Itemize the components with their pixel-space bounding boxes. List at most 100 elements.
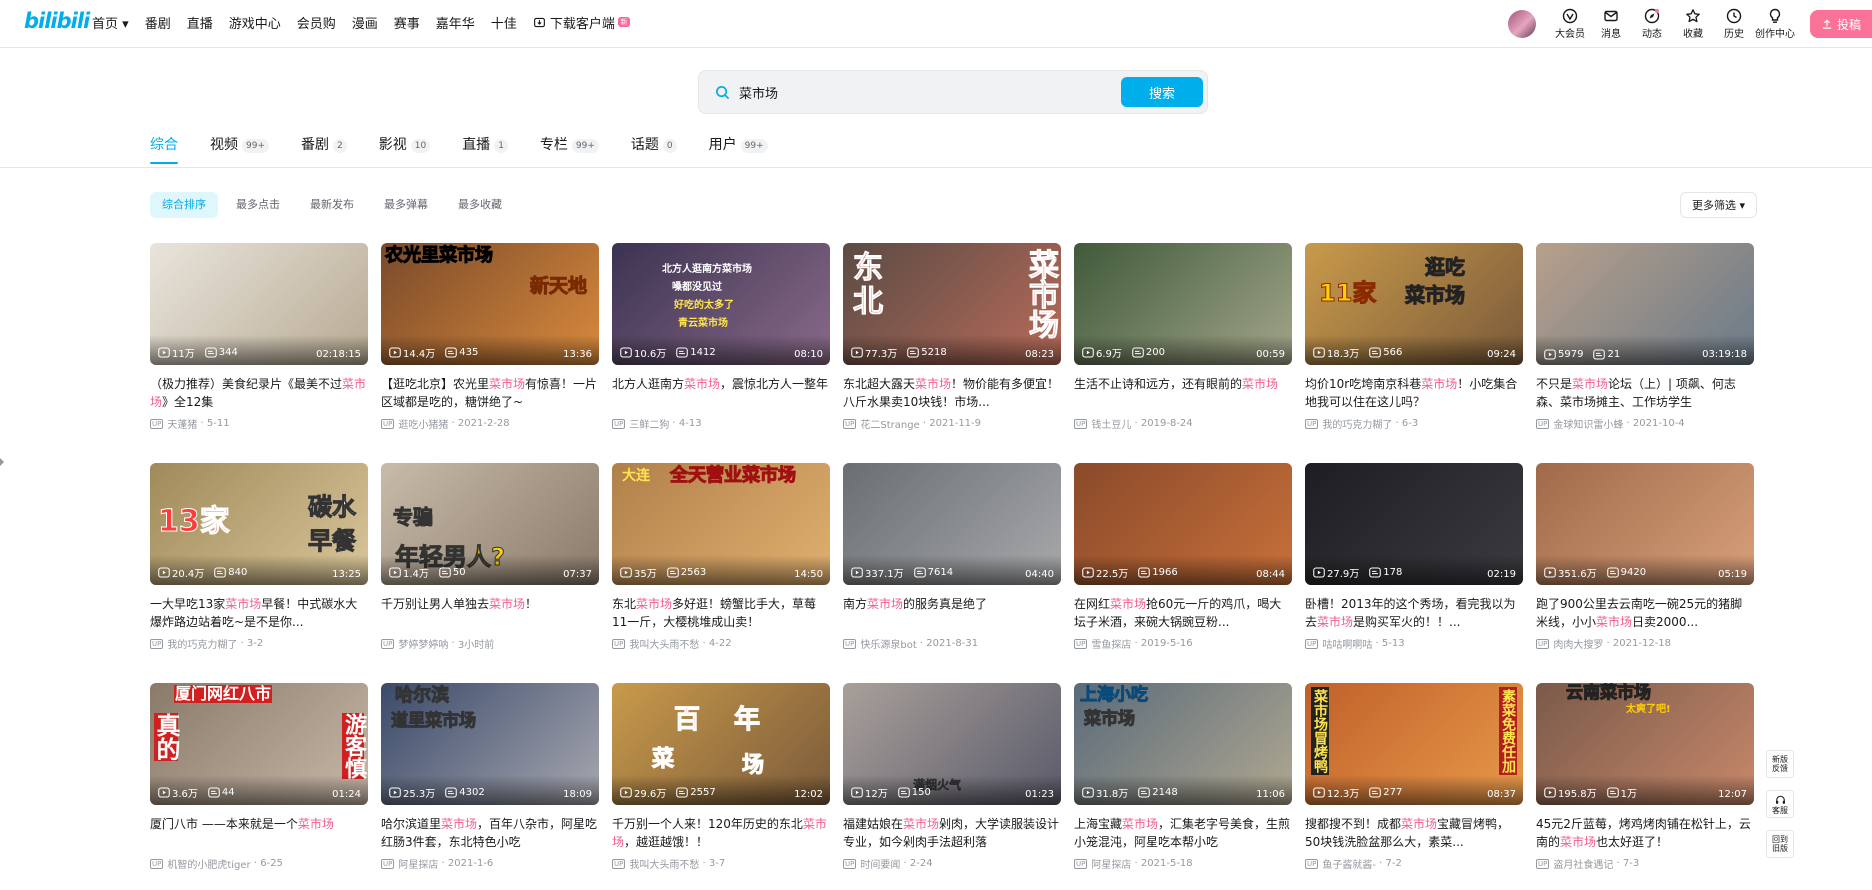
vip-button[interactable]: 大会员: [1550, 8, 1590, 40]
video-thumbnail[interactable]: 351.6万 9420 05:19: [1536, 463, 1754, 585]
video-card[interactable]: 22.5万 1966 08:44 在网红菜市场抢60元一斤的鸡爪，喝大坛子米酒，来碗大…: [1074, 463, 1292, 651]
uploader-name[interactable]: 盗月社食遇记: [1553, 856, 1613, 871]
sort-option-0[interactable]: 综合排序: [150, 192, 218, 218]
video-title[interactable]: 千万别让男人单独去菜市场！: [381, 595, 599, 631]
video-card[interactable]: 上海小吃 菜市场 31.8万 2148 11:06 上海宝藏菜市场，汇集老字号美食，生煎小…: [1074, 683, 1292, 871]
tab-2[interactable]: 番剧 2: [301, 134, 347, 164]
nav-item-carnival[interactable]: 嘉年华: [436, 13, 475, 32]
video-thumbnail[interactable]: 5979 21 03:19:18: [1536, 243, 1754, 365]
video-thumbnail[interactable]: 22.5万 1966 08:44: [1074, 463, 1292, 585]
nav-item-esports[interactable]: 赛事: [394, 13, 420, 32]
nav-item-top10[interactable]: 十佳: [491, 13, 517, 32]
video-thumbnail[interactable]: 337.1万 7614 04:40: [843, 463, 1061, 585]
video-title[interactable]: 跑了900公里去云南吃一碗25元的猪脚米线，小小菜市场日卖2000...: [1536, 595, 1754, 631]
sort-option-3[interactable]: 最多弹幕: [372, 192, 440, 218]
uploader-name[interactable]: 花二Strange: [860, 416, 919, 431]
upload-button[interactable]: 投稿: [1810, 10, 1872, 38]
video-title[interactable]: 东北菜市场多好逛！螃蟹比手大，草莓11一斤，大樱桃堆成山卖！: [612, 595, 830, 631]
video-card[interactable]: 大连 全天营业菜市场 35万 2563 14:50 东北菜市场多好逛！螃蟹比手大，草莓11…: [612, 463, 830, 651]
video-title[interactable]: 千万别一个人来！120年历史的东北菜市场，越逛越饿！！: [612, 815, 830, 851]
nav-item-anime[interactable]: 番剧: [145, 13, 171, 32]
video-thumbnail[interactable]: 27.9万 178 02:19: [1305, 463, 1523, 585]
video-title[interactable]: 【逛吃北京】农光里菜市场有惊喜！一片区域都是吃的，糖饼绝了~: [381, 375, 599, 411]
uploader-name[interactable]: 天蓬猪: [167, 416, 197, 431]
creator-center-button[interactable]: 创作中心: [1755, 8, 1795, 40]
search-input[interactable]: [739, 81, 1119, 103]
video-card[interactable]: 11万 344 02:18:15 （极力推荐）美食纪录片《最美不过菜市场》全12集 UP…: [150, 243, 368, 431]
download-client-link[interactable]: 下载客户端 新: [533, 13, 630, 32]
history-button[interactable]: 历史: [1714, 8, 1754, 40]
more-filters-button[interactable]: 更多筛选 ▾: [1680, 192, 1757, 218]
sort-option-2[interactable]: 最新发布: [298, 192, 366, 218]
tab-5[interactable]: 专栏 99+: [540, 134, 599, 164]
video-thumbnail[interactable]: 云南菜市场 太爽了吧! 195.8万 1万 12:07: [1536, 683, 1754, 805]
video-thumbnail[interactable]: 农光里菜市场 新天地 14.4万 435 13:36: [381, 243, 599, 365]
user-avatar[interactable]: [1508, 10, 1536, 38]
video-card[interactable]: 哈尔滨 道里菜市场 25.3万 4302 18:09 哈尔滨道里菜市场，百年八杂市，阿星吃…: [381, 683, 599, 871]
nav-item-home[interactable]: 首页 ▾: [92, 13, 129, 32]
video-card[interactable]: 云南菜市场 太爽了吧! 195.8万 1万 12:07 45元2斤蓝莓，烤鸡烤肉铺在松针上…: [1536, 683, 1754, 871]
uploader-name[interactable]: 我叫大头雨不愁: [629, 856, 699, 871]
video-title[interactable]: 生活不止诗和远方，还有眼前的菜市场: [1074, 375, 1292, 411]
video-card[interactable]: 专骗年轻男人?1.4万5007:37千万别让男人单独去菜市场！UP梦婷梦婷呐 ·…: [381, 463, 599, 651]
video-thumbnail[interactable]: 11家 逛吃 菜市场 18.3万 566 09:24: [1305, 243, 1523, 365]
uploader-name[interactable]: 金球知识雷小蜂: [1553, 416, 1623, 431]
sort-option-4[interactable]: 最多收藏: [446, 192, 514, 218]
uploader-name[interactable]: 时间要闻: [860, 856, 900, 871]
video-title[interactable]: 均价10r吃垮南京科巷菜市场！小吃集合地我可以住在这儿吗？: [1305, 375, 1523, 411]
video-card[interactable]: 337.1万 7614 04:40 南方菜市场的服务真是绝了 UP 快乐源泉bot · 2…: [843, 463, 1061, 651]
uploader-name[interactable]: 我的巧克力糊了: [167, 636, 237, 651]
bilibili-logo[interactable]: bilibili: [24, 9, 90, 33]
video-thumbnail[interactable]: 13家 碳水 早餐 20.4万 840 13:25: [150, 463, 368, 585]
customer-service-button[interactable]: 客服: [1766, 790, 1794, 818]
video-title[interactable]: 南方菜市场的服务真是绝了: [843, 595, 1061, 631]
video-thumbnail[interactable]: 百年菜 场 29.6万 2557 12:02: [612, 683, 830, 805]
video-card[interactable]: 北方人逛南方菜市场 嗓都没见过 好吃的太多了 青云菜市场 10.6万 1412 08:10 北…: [612, 243, 830, 431]
nav-item-live[interactable]: 直播: [187, 13, 213, 32]
video-title[interactable]: 卧槽！2013年的这个秀场，看完我以为去菜市场是购买军火的！！...: [1305, 595, 1523, 631]
video-card[interactable]: 11家 逛吃 菜市场 18.3万 566 09:24 均价10r吃垮南京科巷菜市场！小吃集合…: [1305, 243, 1523, 431]
uploader-name[interactable]: 阿星探店: [1091, 856, 1131, 871]
uploader-name[interactable]: 机智的小肥虎tiger: [167, 856, 250, 871]
video-card[interactable]: 5979 21 03:19:18 不只是菜市场论坛（上）| 项飙、何志森、菜市场摊主、…: [1536, 243, 1754, 431]
uploader-name[interactable]: 快乐源泉bot: [860, 636, 916, 651]
video-thumbnail[interactable]: 专骗年轻男人?1.4万5007:37: [381, 463, 599, 585]
tab-7[interactable]: 用户 99+: [709, 134, 768, 164]
back-to-old-version-button[interactable]: 回到 旧版: [1766, 830, 1794, 858]
video-card[interactable]: 满烟火气12万15001:23 福建姑娘在菜市场剁肉，大学读服装设计专业，如今剁肉…: [843, 683, 1061, 871]
nav-item-manga[interactable]: 漫画: [352, 13, 378, 32]
side-expand-arrow-icon[interactable]: [0, 458, 4, 466]
video-thumbnail[interactable]: 11万 344 02:18:15: [150, 243, 368, 365]
uploader-name[interactable]: 梦婷梦婷呐: [398, 636, 448, 651]
uploader-name[interactable]: 我的巧克力糊了: [1322, 416, 1392, 431]
new-version-feedback-button[interactable]: 新版 反馈: [1766, 750, 1794, 778]
video-card[interactable]: 农光里菜市场 新天地 14.4万 435 13:36 【逛吃北京】农光里菜市场有惊喜！一片…: [381, 243, 599, 431]
uploader-name[interactable]: 雪鱼探店: [1091, 636, 1131, 651]
video-card[interactable]: 351.6万 9420 05:19 跑了900公里去云南吃一碗25元的猪脚米线，小小菜…: [1536, 463, 1754, 651]
video-thumbnail[interactable]: 6.9万 200 00:59: [1074, 243, 1292, 365]
video-thumbnail[interactable]: 菜市场冒烤鸭 素菜免费任加 12.3万 277 08:37: [1305, 683, 1523, 805]
video-card[interactable]: 百年菜 场 29.6万 2557 12:02 千万别一个人来！120年历史的东北菜市场，越…: [612, 683, 830, 871]
video-thumbnail[interactable]: 北方人逛南方菜市场 嗓都没见过 好吃的太多了 青云菜市场 10.6万 1412 08:10: [612, 243, 830, 365]
video-thumbnail[interactable]: 哈尔滨 道里菜市场 25.3万 4302 18:09: [381, 683, 599, 805]
messages-button[interactable]: 消息: [1591, 8, 1631, 40]
video-thumbnail[interactable]: 大连 全天营业菜市场 35万 2563 14:50: [612, 463, 830, 585]
uploader-name[interactable]: 三鲜二狗: [629, 416, 669, 431]
uploader-name[interactable]: 肉肉大搜罗: [1553, 636, 1603, 651]
video-thumbnail[interactable]: 上海小吃 菜市场 31.8万 2148 11:06: [1074, 683, 1292, 805]
uploader-name[interactable]: 钱土豆儿: [1091, 416, 1131, 431]
video-title[interactable]: 不只是菜市场论坛（上）| 项飙、何志森、菜市场摊主、工作坊学生: [1536, 375, 1754, 411]
tab-0[interactable]: 综合: [150, 134, 178, 164]
uploader-name[interactable]: 逛吃小猪猪: [398, 416, 448, 431]
uploader-name[interactable]: 咕咕啊啊咕: [1322, 636, 1372, 651]
video-title[interactable]: 福建姑娘在菜市场剁肉，大学读服装设计专业，如今剁肉手法超利落: [843, 815, 1061, 851]
video-card[interactable]: 13家 碳水 早餐 20.4万 840 13:25 一大早吃13家菜市场早餐！中式碳水大爆炸…: [150, 463, 368, 651]
video-title[interactable]: 东北超大露天菜市场！物价能有多便宜！八斤水果卖10块钱！市场...: [843, 375, 1061, 411]
video-card[interactable]: 菜市场冒烤鸭 素菜免费任加 12.3万 277 08:37 搜都搜不到！成都菜市场宝藏冒烤…: [1305, 683, 1523, 871]
video-title[interactable]: 北方人逛南方菜市场，震惊北方人一整年: [612, 375, 830, 411]
video-thumbnail[interactable]: 东北 菜市场 77.3万 5218 08:23: [843, 243, 1061, 365]
tab-1[interactable]: 视频 99+: [210, 134, 269, 164]
video-thumbnail[interactable]: 满烟火气12万15001:23: [843, 683, 1061, 805]
dynamics-button[interactable]: 动态: [1632, 8, 1672, 40]
nav-item-game[interactable]: 游戏中心: [229, 13, 281, 32]
